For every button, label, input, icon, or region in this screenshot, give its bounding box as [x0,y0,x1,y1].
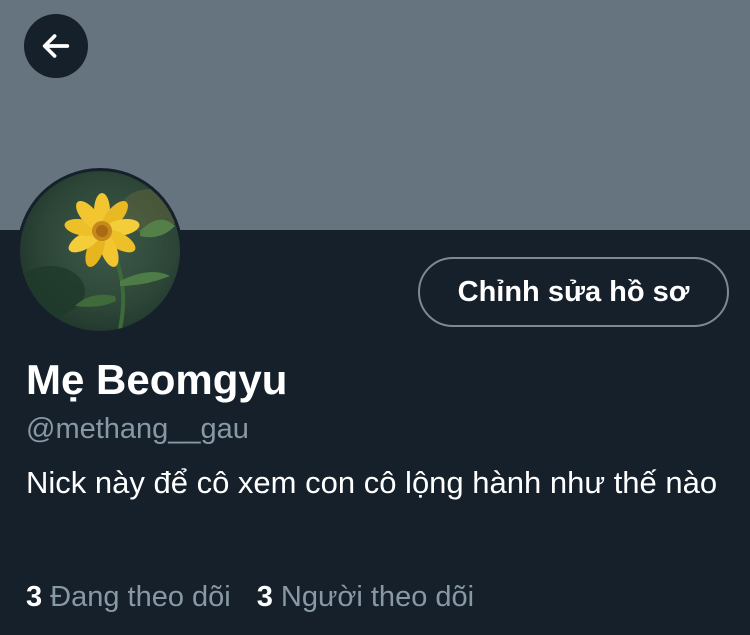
follow-stats: 3 Đang theo dõi 3 Người theo dõi [26,577,474,617]
back-button[interactable] [24,14,88,78]
avatar-image [20,171,180,331]
followers-label: Người theo dõi [280,581,475,613]
profile-bio: Nick này để cô xem con cô lộng hành như … [26,465,718,500]
followers-count: 3 [256,581,273,613]
display-name: Mẹ Beomgyu [26,356,288,403]
followers-link[interactable]: 3 Người theo dõi [257,577,474,617]
username-handle: @methang__gau [26,413,249,445]
edit-profile-button[interactable]: Chỉnh sửa hồ sơ [418,257,729,327]
avatar[interactable] [17,168,183,334]
following-link[interactable]: 3 Đang theo dõi [26,577,231,617]
following-label: Đang theo dõi [50,581,231,613]
arrow-left-icon [42,34,70,58]
following-count: 3 [26,581,43,613]
